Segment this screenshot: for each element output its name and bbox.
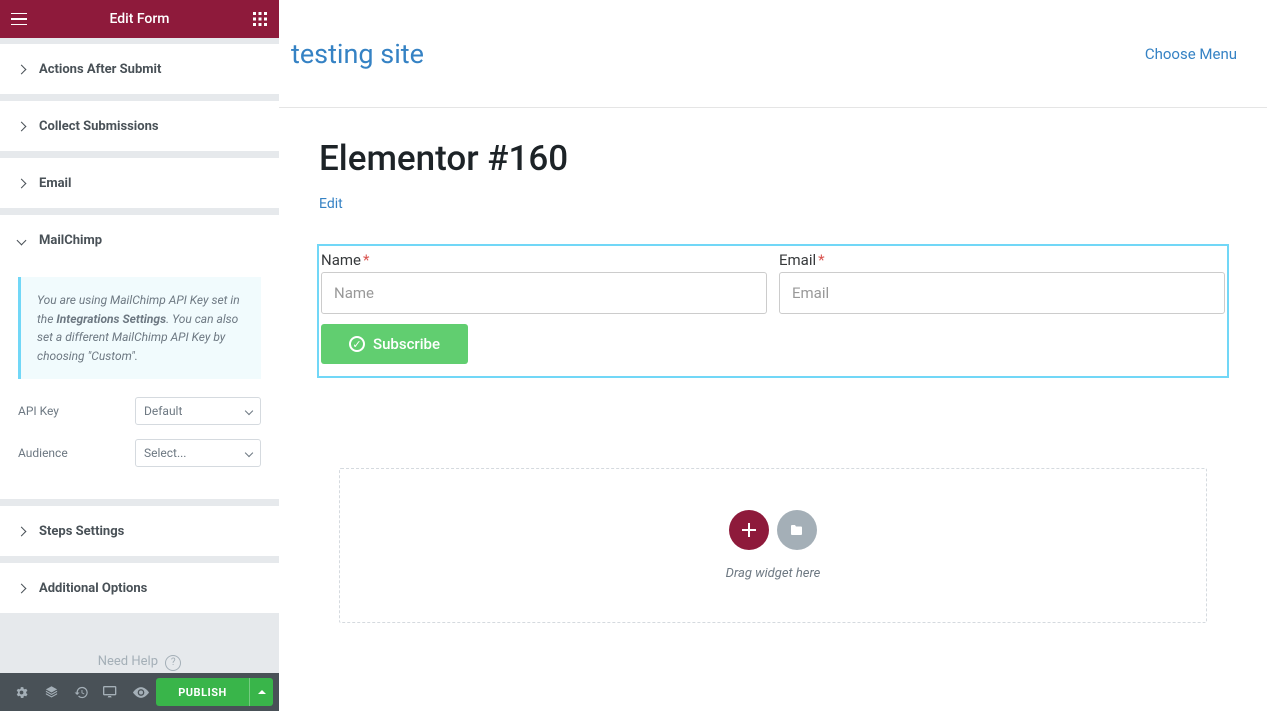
site-header: testing site Choose Menu	[279, 0, 1267, 108]
section-collect-submissions[interactable]: Collect Submissions	[0, 101, 279, 152]
section-mailchimp-header[interactable]: MailChimp	[0, 215, 279, 265]
editor-sidebar: Edit Form Actions After Submit Collect S…	[0, 0, 279, 711]
caret-right-icon	[17, 178, 27, 188]
caret-down-icon	[17, 235, 27, 245]
preview-icon[interactable]	[126, 673, 156, 711]
sidebar-footer: PUBLISH	[0, 673, 279, 711]
responsive-icon[interactable]	[96, 673, 126, 711]
page-title: Elementor #160	[319, 138, 1227, 179]
section-additional-options[interactable]: Additional Options	[0, 563, 279, 614]
subscribe-button[interactable]: ✓ Subscribe	[321, 324, 468, 364]
section-steps-settings[interactable]: Steps Settings	[0, 506, 279, 557]
help-icon: ?	[165, 655, 181, 671]
site-title-link[interactable]: testing site	[291, 38, 424, 70]
sidebar-body: Actions After Submit Collect Submissions…	[0, 38, 279, 673]
caret-right-icon	[17, 583, 27, 593]
drop-zone[interactable]: Drag widget here	[339, 468, 1207, 623]
section-mailchimp: MailChimp You are using MailChimp API Ke…	[0, 215, 279, 500]
history-icon[interactable]	[66, 673, 96, 711]
name-label: Name*	[321, 251, 767, 269]
api-key-select[interactable]: Default	[135, 397, 261, 425]
preview-area: testing site Choose Menu Elementor #160 …	[279, 0, 1267, 711]
section-actions-after-submit[interactable]: Actions After Submit	[0, 44, 279, 95]
api-key-control: API Key Default	[18, 397, 261, 425]
mailchimp-notice: You are using MailChimp API Key set in t…	[18, 277, 261, 379]
required-indicator: *	[818, 251, 824, 269]
choose-menu-link[interactable]: Choose Menu	[1145, 45, 1237, 63]
settings-icon[interactable]	[6, 673, 36, 711]
add-section-button[interactable]	[729, 510, 769, 550]
caret-right-icon	[17, 64, 27, 74]
caret-right-icon	[17, 121, 27, 131]
email-label: Email*	[779, 251, 1225, 269]
caret-right-icon	[17, 526, 27, 536]
name-field: Name*	[321, 251, 767, 314]
sidebar-header: Edit Form	[0, 0, 279, 38]
apps-icon[interactable]	[251, 10, 269, 28]
need-help-link[interactable]: Need Help ?	[0, 614, 279, 673]
name-input[interactable]	[321, 272, 767, 314]
form-widget[interactable]: Name* Email* ✓ Subscribe	[317, 244, 1229, 378]
audience-control: Audience Select...	[18, 439, 261, 467]
publish-button[interactable]: PUBLISH	[156, 678, 249, 706]
api-key-label: API Key	[18, 404, 59, 418]
audience-select[interactable]: Select...	[135, 439, 261, 467]
panel-title: Edit Form	[28, 11, 251, 27]
check-icon: ✓	[349, 336, 365, 352]
navigator-icon[interactable]	[36, 673, 66, 711]
mailchimp-content: You are using MailChimp API Key set in t…	[0, 265, 279, 499]
publish-options-button[interactable]	[249, 678, 273, 706]
edit-link[interactable]: Edit	[319, 196, 343, 212]
email-field: Email*	[779, 251, 1225, 314]
template-button[interactable]	[777, 510, 817, 550]
page-header: Elementor #160 Edit	[279, 108, 1267, 222]
required-indicator: *	[363, 251, 369, 269]
chevron-down-icon	[245, 407, 253, 415]
publish-group: PUBLISH	[156, 678, 273, 706]
chevron-down-icon	[245, 449, 253, 457]
drop-zone-text: Drag widget here	[726, 566, 821, 581]
section-email[interactable]: Email	[0, 158, 279, 209]
menu-icon[interactable]	[10, 10, 28, 28]
audience-label: Audience	[18, 446, 68, 460]
email-input[interactable]	[779, 272, 1225, 314]
